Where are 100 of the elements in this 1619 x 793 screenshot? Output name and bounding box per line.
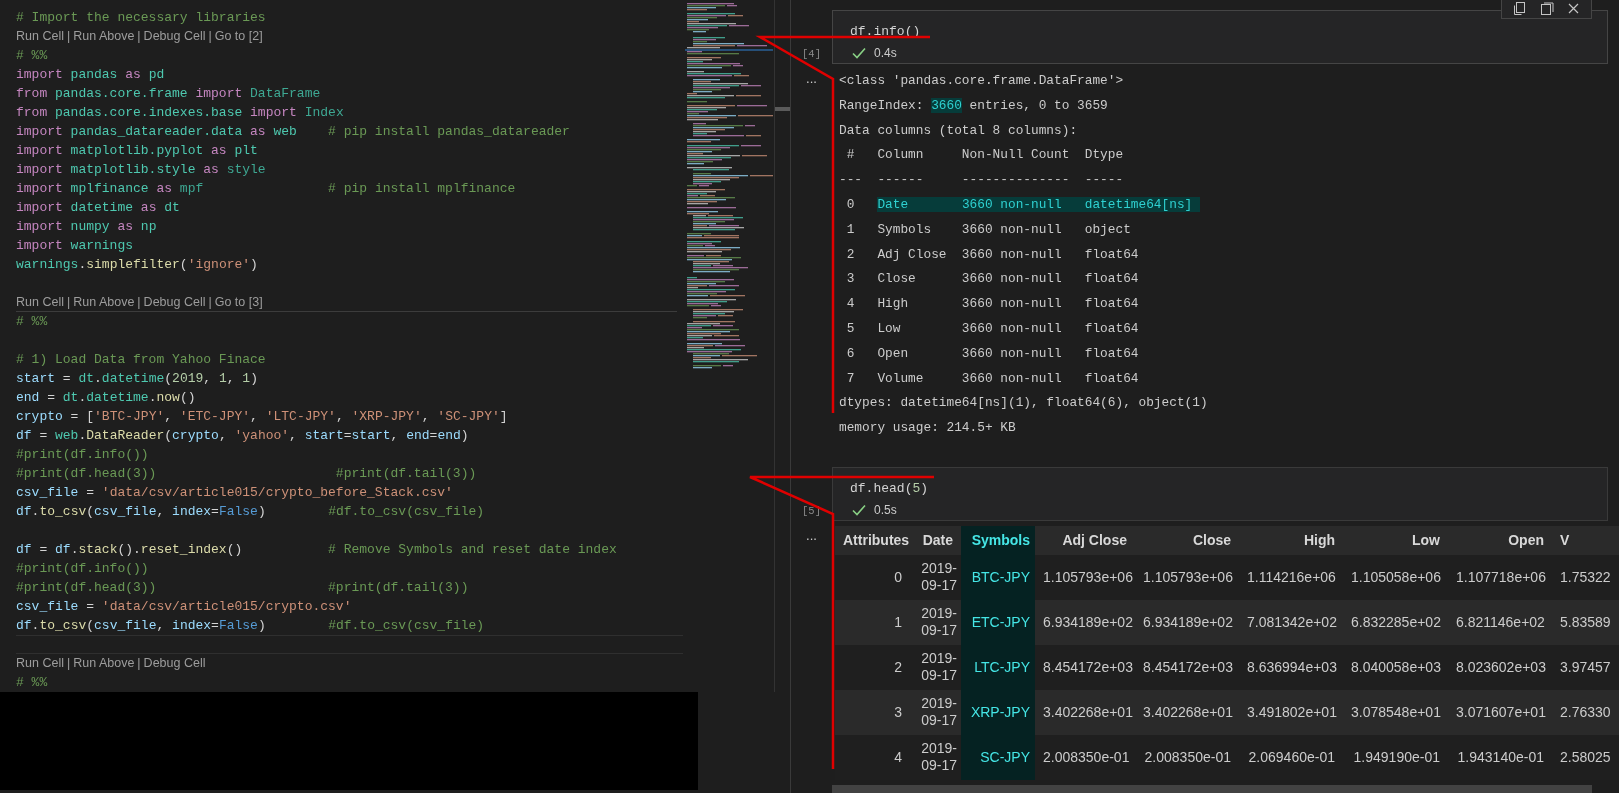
output-line: # Column Non-Null Count Dtype <box>845 146 1124 165</box>
code-line: df = df.stack().reset_index() # Remove Symbols and reset date index <box>16 541 618 559</box>
table-cell: 8.454172e+03 <box>1135 644 1239 690</box>
codelens-link[interactable]: Debug Cell <box>143 292 206 312</box>
code-line: import pandas as pd <box>16 66 166 84</box>
column-header: Symbols <box>961 525 1035 555</box>
table-cell: XRP-JPY <box>961 689 1035 735</box>
table-cell: 1 <box>835 599 910 645</box>
column-header: Adj Close <box>1035 525 1135 555</box>
output-line: <class 'pandas.core.frame.DataFrame'> <box>839 72 1124 90</box>
code-line: #print(df.info()) <box>16 560 150 578</box>
code-line: from pandas.core.indexes.base import Index <box>16 104 345 122</box>
execution-count: [4] <box>802 48 821 60</box>
table-cell: 8.636994e+03 <box>1239 644 1343 690</box>
code-line: crypto = ['BTC-JPY', 'ETC-JPY', 'LTC-JPY', 'XRP-JPY', 'SC-JPY'] <box>16 408 509 426</box>
code-line: warnings.simplefilter('ignore') <box>16 256 259 274</box>
output-line: Data columns (total 8 columns): <box>839 121 1078 140</box>
codelens-link[interactable]: Go to [3] <box>214 292 263 312</box>
table-cell: 3.97457 <box>1552 644 1619 690</box>
code-line: from pandas.core.frame import DataFrame <box>16 85 322 103</box>
code-line: csv_file = 'data/csv/article015/crypto_before_Stack.csv' <box>16 484 454 502</box>
code-line: # 1) Load Data from Yahoo Finace <box>16 351 267 369</box>
table-cell: 2019-09-17 <box>910 644 961 690</box>
code-line: #print(df.info()) <box>16 446 150 464</box>
code-line: # Import the necessary libraries <box>16 9 267 27</box>
code-cell[interactable]: df.head(5) 0.5s <box>832 466 1608 521</box>
table-cell: 3.402268e+01 <box>1135 689 1239 735</box>
table-cell: 6.934189e+02 <box>1135 599 1239 645</box>
table-cell: 2.76330 <box>1552 689 1619 735</box>
output-marker[interactable]: ... <box>806 71 817 86</box>
link-separator: | <box>137 293 141 311</box>
table-cell: BTC-JPY <box>961 554 1035 600</box>
output-line: 2 Adj Close 3660 non-null float64 <box>845 245 1139 264</box>
table-cell: 3.078548e+01 <box>1343 689 1448 735</box>
link-separator: | <box>66 293 71 311</box>
table-cell: 8.454172e+03 <box>1035 644 1135 690</box>
column-header: Attributes <box>835 525 910 555</box>
table-cell: 3 <box>835 689 910 735</box>
link-separator: | <box>137 655 141 672</box>
check-icon <box>852 47 866 59</box>
table-cell: 6.832285e+02 <box>1343 599 1448 645</box>
column-header: V <box>1552 525 1619 555</box>
codelens-link[interactable]: Debug Cell <box>143 654 206 673</box>
output-marker[interactable]: ... <box>806 527 817 543</box>
codelens-link[interactable]: Run Above <box>73 27 135 46</box>
table-cell: 2019-09-17 <box>910 689 961 735</box>
link-separator: | <box>137 28 141 45</box>
table-cell: 1.105793e+06 <box>1135 554 1239 600</box>
table-cell: 1.107718e+06 <box>1448 554 1552 600</box>
column-header: Date <box>910 525 961 555</box>
codelens-link[interactable]: Run Cell <box>16 292 64 312</box>
code-line: csv_file = 'data/csv/article015/crypto.csv' <box>16 598 353 616</box>
code-line: import matplotlib.style as style <box>16 161 267 179</box>
split-cell-icon[interactable] <box>1539 1 1554 16</box>
output-line: 5 Low 3660 non-null float64 <box>845 319 1139 338</box>
code-line: import datetime as dt <box>16 199 181 217</box>
code-line: end = dt.datetime.now() <box>16 389 197 407</box>
table-cell: 1.75322 <box>1552 554 1619 600</box>
output-line: 4 High 3660 non-null float64 <box>845 295 1139 314</box>
close-icon[interactable] <box>1566 1 1581 16</box>
codelens-link[interactable]: Run Cell <box>16 654 64 673</box>
table-cell: 1.105793e+06 <box>1035 554 1135 600</box>
table-cell: 2019-09-17 <box>910 734 961 780</box>
code-line: df.to_csv(csv_file, index=False) #df.to_csv(csv_file) <box>16 503 486 521</box>
scrollbar-thumb[interactable] <box>832 785 1592 793</box>
table-cell: 1.114216e+06 <box>1239 554 1343 600</box>
code-line: import warnings <box>16 237 135 255</box>
codelens-link[interactable]: Run Above <box>73 654 135 673</box>
code-line: df = web.DataReader(crypto, 'yahoo', start=start, end=end) <box>16 427 470 445</box>
output-line: 3 Close 3660 non-null float64 <box>845 270 1139 289</box>
codelens-link[interactable]: Go to [2] <box>214 27 263 46</box>
copy-icon[interactable] <box>1512 1 1527 16</box>
output-line: --- ------ -------------- ----- <box>839 171 1124 190</box>
codelens-link[interactable]: Debug Cell <box>143 27 206 46</box>
link-separator: | <box>208 28 212 45</box>
code-line: df.head(5) <box>849 479 930 498</box>
code-line: import numpy as np <box>16 218 158 236</box>
output-line: RangeIndex: 3660 entries, 0 to 3659 <box>839 96 1108 115</box>
table-cell: 2.008350e-01 <box>1035 734 1135 780</box>
code-line: #print(df.head(3)) #print(df.tail(3)) <box>16 579 470 597</box>
codelens-link[interactable]: Run Cell <box>16 27 64 46</box>
codelens-link[interactable]: Run Above <box>73 292 135 312</box>
table-cell: 0 <box>835 554 910 600</box>
table-cell: 6.821146e+02 <box>1448 599 1552 645</box>
column-header: Low <box>1343 525 1448 555</box>
link-separator: | <box>66 655 71 672</box>
duration-text: 0.5s <box>874 502 897 517</box>
table-cell: 5.83589 <box>1552 599 1619 645</box>
table-cell: LTC-JPY <box>961 644 1035 690</box>
code-line: import mplfinance as mpf # pip install mplfinance <box>16 180 517 198</box>
table-cell: ETC-JPY <box>961 599 1035 645</box>
table-cell: 2019-09-17 <box>910 554 961 600</box>
column-header: High <box>1239 525 1343 555</box>
table-cell: 3.071607e+01 <box>1448 689 1552 735</box>
table-cell: 6.934189e+02 <box>1035 599 1135 645</box>
table-cell: 8.023602e+03 <box>1448 644 1552 690</box>
code-line: # %% <box>16 313 49 331</box>
scrollbar-thumb[interactable] <box>775 107 790 111</box>
table-cell: SC-JPY <box>961 734 1035 780</box>
output-line: 6 Open 3660 non-null float64 <box>845 344 1139 363</box>
